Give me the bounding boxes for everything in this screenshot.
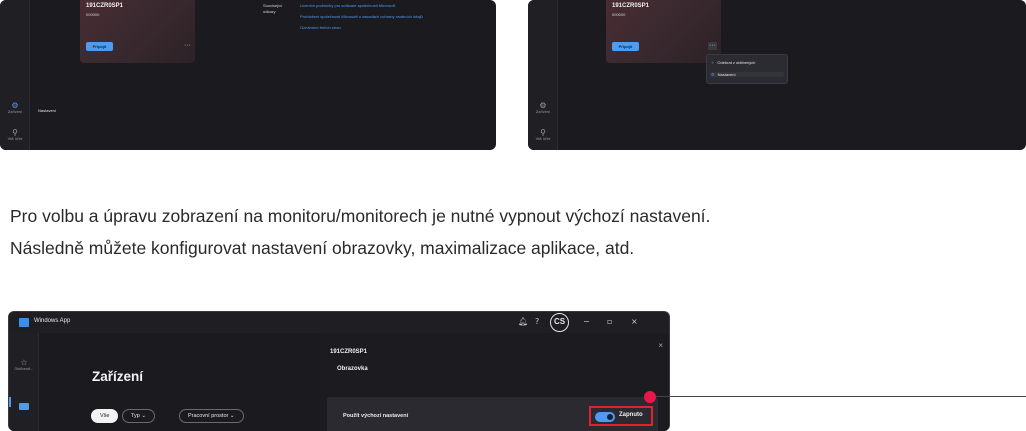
settings-icon: ⚙ (711, 72, 715, 77)
device-code: 000000 (612, 12, 626, 17)
rail-item-account[interactable]: ⚲ Váš účet (528, 128, 558, 142)
toggle-knob (607, 414, 613, 420)
rail-item-devices[interactable]: ⚙ Zařízení (528, 101, 558, 115)
callout-line (656, 396, 1026, 397)
menu-item-settings[interactable]: ⚙ Nastavení (710, 72, 784, 77)
title-bar: Windows App 🔔︎ ? CS − ▫ × (9, 312, 669, 333)
chevron-down-icon: ⌄ (229, 413, 235, 419)
device-card[interactable]: 191CZR0SP1 000000 Připojit ··· (606, 0, 721, 63)
link-license-terms[interactable]: Licenční podmínky pro software společnos… (300, 3, 395, 8)
page-title: Zařízení (92, 369, 144, 384)
connect-button[interactable]: Připojit (612, 42, 639, 51)
filter-all[interactable]: Vše (91, 409, 119, 423)
device-context-menu: ✧ Odebrat z oblíbených ⚙ Nastavení (706, 54, 788, 84)
avatar[interactable]: CS (550, 313, 569, 332)
device-code: 000000 (86, 12, 100, 17)
nav-rail: ⚙ Zařízení ⚲ Váš účet (0, 0, 30, 150)
panel-close-icon[interactable]: × (658, 341, 663, 350)
menu-item-remove-favorite[interactable]: ✧ Odebrat z oblíbených (711, 60, 755, 65)
minimize-icon[interactable]: − (583, 315, 590, 329)
setting-row-default: Použít výchozí nastavení Zapnuto (327, 397, 658, 431)
nav-label-settings[interactable]: Nastavení (38, 108, 56, 113)
panel-device-name: 191CZR0SP1 (330, 349, 368, 355)
app-icon (19, 318, 29, 327)
device-settings-panel: × 191CZR0SP1 Obrazovka Použít výchozí na… (320, 333, 669, 431)
account-icon: ⚲ (540, 128, 546, 137)
link-third-party-notices[interactable]: Oznámení třetích stran (300, 25, 341, 30)
rail-item-account[interactable]: ⚲ Váš účet (0, 128, 30, 142)
account-icon: ⚲ (12, 128, 18, 137)
more-options-icon[interactable]: ··· (708, 42, 717, 50)
gear-icon: ⚙ (11, 101, 19, 110)
gear-icon: ⚙ (539, 101, 547, 110)
filter-workspace[interactable]: Pracovní prostor ⌄ (179, 409, 244, 423)
close-icon[interactable]: × (631, 315, 638, 329)
device-card[interactable]: 191CZR0SP1 000000 Připojit ··· (80, 0, 195, 63)
highlight-box: Zapnuto (589, 406, 653, 426)
unpin-icon: ✧ (711, 60, 715, 65)
setting-label: Použít výchozí nastavení (343, 413, 409, 419)
default-settings-toggle[interactable] (595, 412, 615, 422)
bell-icon[interactable]: 🔔︎ (518, 315, 528, 329)
app-title: Windows App (34, 318, 71, 324)
section-display: Obrazovka (337, 366, 368, 372)
devices-pane: Zařízení Vše Typ ⌄ Pracovní prostor ⌄ (9, 333, 319, 431)
nav-rail: ⚙ Zařízení ⚲ Váš účet (528, 0, 558, 150)
device-name: 191CZR0SP1 (612, 3, 650, 9)
maximize-icon[interactable]: ▫ (607, 315, 612, 329)
chevron-down-icon: ⌄ (141, 413, 147, 419)
related-links-label: Související odkazy (263, 3, 283, 14)
rail-item-devices[interactable]: ⚙ Zařízení (0, 101, 30, 115)
link-privacy-statement[interactable]: Prohlášení společnosti Microsoft o zásad… (300, 14, 423, 19)
instruction-text-line-1: Pro volbu a úpravu zobrazení na monitoru… (10, 206, 711, 226)
filter-type[interactable]: Typ ⌄ (122, 409, 156, 423)
screenshot-settings-page: ⚙ Zařízení ⚲ Váš účet Nastavení 191CZR0S… (0, 0, 496, 150)
screenshot-display-settings: Windows App 🔔︎ ? CS − ▫ × ☆ Oblíbené... … (8, 311, 670, 431)
more-options-icon[interactable]: ··· (184, 42, 191, 50)
device-name: 191CZR0SP1 (86, 3, 124, 9)
connect-button[interactable]: Připojit (86, 42, 113, 51)
callout-marker (644, 391, 656, 403)
help-icon[interactable]: ? (535, 315, 539, 329)
instruction-text-line-2: Následně můžete konfigurovat nastavení o… (10, 238, 635, 258)
toggle-state-label: Zapnuto (619, 412, 643, 418)
